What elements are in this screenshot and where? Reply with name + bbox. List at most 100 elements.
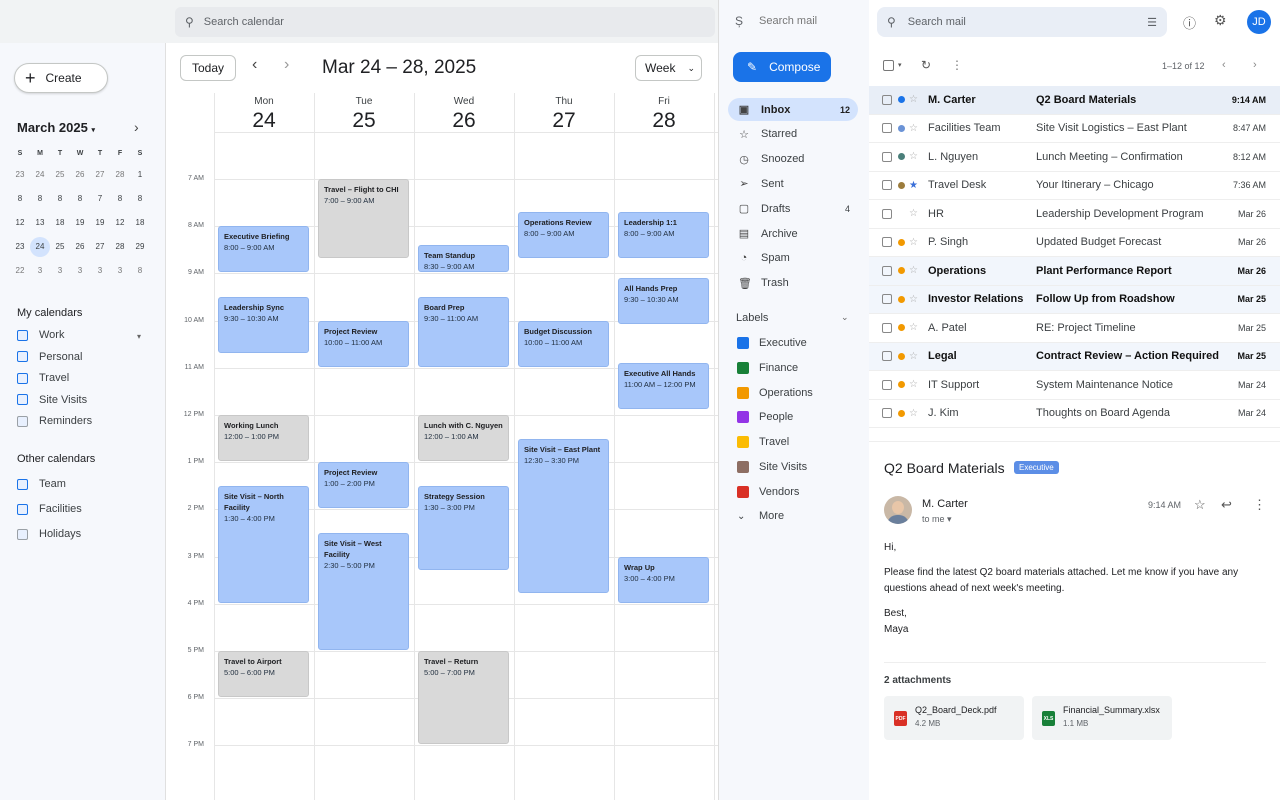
message-checkbox[interactable]	[882, 180, 892, 191]
message-checkbox[interactable]	[882, 351, 892, 362]
chevron-right-icon[interactable]: ›	[1253, 59, 1257, 71]
gear-icon[interactable]: ⚙	[1214, 12, 1227, 29]
mini-calendar-day[interactable]: 8	[10, 189, 30, 209]
mini-calendar-day[interactable]: 8	[30, 189, 50, 209]
message-row[interactable]: ☆ Investor Relations Follow Up from Roadsh…	[869, 285, 1280, 314]
nav-item-archive[interactable]: ▤ Archive	[728, 222, 858, 245]
star-icon[interactable]: ☆	[909, 265, 918, 276]
label-item[interactable]: Vendors	[737, 485, 799, 498]
calendar-event[interactable]: Leadership Sync 9:30 – 10:30 AM	[218, 297, 309, 353]
more-vert-icon[interactable]: ⋮	[1253, 497, 1266, 513]
attachment-card[interactable]: XLS Financial_Summary.xlsx 1.1 MB	[1032, 696, 1172, 740]
star-icon[interactable]: ☆	[909, 294, 918, 305]
star-icon[interactable]: ☆	[909, 408, 918, 419]
calendar-event[interactable]: Leadership 1:1 8:00 – 9:00 AM	[618, 212, 709, 259]
star-icon[interactable]: ☆	[909, 237, 918, 248]
checkbox[interactable]	[17, 394, 28, 405]
message-row[interactable]: ☆ Operations Plant Performance Report Mar 2…	[869, 257, 1280, 286]
mini-calendar-day[interactable]: 26	[70, 237, 90, 257]
mini-calendar-day[interactable]: 19	[70, 213, 90, 233]
mini-calendar-title[interactable]: March 2025 ▾	[17, 120, 95, 135]
day-header[interactable]: Wed 26	[414, 96, 514, 133]
refresh-icon[interactable]: ↻	[921, 58, 931, 72]
calendar-toggle-item[interactable]: Travel	[17, 372, 69, 384]
mail-search-label[interactable]: Search mail	[759, 15, 817, 27]
attachment-card[interactable]: PDF Q2_Board_Deck.pdf 4.2 MB	[884, 696, 1024, 740]
mini-calendar-day[interactable]: 3	[50, 261, 70, 281]
label-item[interactable]: Travel	[737, 436, 789, 449]
message-row[interactable]: ☆ L. Nguyen Lunch Meeting – Confirmation 8:…	[869, 143, 1280, 172]
mini-calendar-day[interactable]: 12	[110, 213, 130, 233]
calendar-event[interactable]: Project Review 1:00 – 2:00 PM	[318, 462, 409, 509]
nav-item-snoozed[interactable]: ◷ Snoozed	[728, 148, 858, 171]
mini-calendar-day[interactable]: 8	[110, 189, 130, 209]
help-icon[interactable]: ⓘ	[1183, 13, 1196, 32]
star-icon[interactable]: ☆	[909, 94, 918, 105]
star-icon[interactable]: ☆	[909, 123, 918, 134]
mini-calendar-next-icon[interactable]: ›	[134, 119, 139, 135]
mini-calendar-day[interactable]: 27	[90, 237, 110, 257]
account-avatar[interactable]: JD	[1247, 10, 1271, 34]
mini-calendar-day[interactable]: 27	[90, 165, 110, 185]
create-button[interactable]: + Create	[14, 63, 108, 93]
reply-icon[interactable]: ↩	[1221, 497, 1232, 513]
mini-calendar-day[interactable]: 24	[30, 165, 50, 185]
message-row[interactable]: ☆ P. Singh Updated Budget Forecast Mar 26	[869, 229, 1280, 257]
message-checkbox[interactable]	[882, 379, 892, 390]
mini-calendar-day[interactable]: 28	[110, 165, 130, 185]
message-checkbox[interactable]	[882, 237, 892, 248]
day-header[interactable]: Mon 24	[214, 96, 314, 133]
nav-item-sent[interactable]: ➢ Sent	[728, 172, 858, 195]
day-header[interactable]: Tue 25	[314, 96, 414, 133]
label-item[interactable]: People	[737, 411, 793, 424]
chevron-left-icon[interactable]: ‹	[252, 56, 257, 74]
recipient-toggle[interactable]: to me ▾	[922, 514, 952, 525]
mini-calendar-day[interactable]: 23	[10, 237, 30, 257]
mini-calendar-day[interactable]: 18	[50, 213, 70, 233]
calendar-toggle-item[interactable]: Holidays	[17, 528, 81, 540]
star-icon[interactable]: ☆	[1194, 497, 1206, 513]
mini-calendar-day[interactable]: 26	[70, 165, 90, 185]
message-checkbox[interactable]	[882, 408, 892, 419]
star-icon[interactable]: ☆	[909, 151, 918, 162]
calendar-event[interactable]: Wrap Up 3:00 – 4:00 PM	[618, 556, 709, 603]
calendar-event[interactable]: Site Visit – West Facility 2:30 – 5:00 PM	[318, 533, 409, 650]
week-grid[interactable]: Executive Briefing 8:00 – 9:00 AM Leadersh…	[214, 131, 718, 800]
other-calendars-heading[interactable]: Other calendars	[17, 453, 95, 465]
mini-calendar-day[interactable]: 3	[30, 261, 50, 281]
message-row[interactable]: ☆ M. Carter Q2 Board Materials 9:14 AM	[869, 86, 1280, 115]
calendar-event[interactable]: Site Visit – North Facility 1:30 – 4:00 P…	[218, 485, 309, 603]
mini-calendar-day[interactable]: 25	[50, 237, 70, 257]
label-badge[interactable]: Executive	[1014, 461, 1059, 474]
message-checkbox[interactable]	[882, 151, 892, 162]
calendar-toggle-item[interactable]: Team	[17, 478, 66, 490]
calendar-event[interactable]: Travel to Airport 5:00 – 6:00 PM	[218, 651, 309, 698]
message-checkbox[interactable]	[882, 265, 892, 276]
mini-calendar-day[interactable]: 8	[130, 261, 150, 281]
calendar-event[interactable]: Strategy Session 1:30 – 3:00 PM	[418, 485, 509, 570]
nav-item-spam[interactable]: ◔ Spam	[728, 247, 858, 270]
calendar-event[interactable]: Site Visit – East Plant 12:30 – 3:30 PM	[518, 438, 609, 594]
calendar-event[interactable]: Team Standup 8:30 – 9:00 AM	[418, 245, 509, 273]
star-icon[interactable]: ☆	[909, 379, 918, 390]
checkbox[interactable]	[17, 478, 28, 490]
message-row[interactable]: ☆ Legal Contract Review – Action Required M…	[869, 342, 1280, 371]
mail-search-input[interactable]: ⚲ Search mail ☰	[877, 7, 1167, 37]
nav-item-drafts[interactable]: ▢ Drafts 4	[728, 197, 858, 220]
calendar-event[interactable]: Budget Discussion 10:00 – 11:00 AM	[518, 320, 609, 367]
mini-calendar-day[interactable]: 12	[10, 213, 30, 233]
mail-menu-icon[interactable]: Ș	[735, 14, 743, 28]
calendar-event[interactable]: Executive Briefing 8:00 – 9:00 AM	[218, 226, 309, 273]
day-header[interactable]: Fri 28	[614, 96, 714, 133]
mini-calendar-day[interactable]: 19	[90, 213, 110, 233]
calendar-toggle-item[interactable]: Reminders	[17, 415, 92, 427]
message-row[interactable]: ☆ A. Patel RE: Project Timeline Mar 25	[869, 314, 1280, 343]
mini-calendar-day[interactable]: 29	[130, 237, 150, 257]
calendar-event[interactable]: Board Prep 9:30 – 11:00 AM	[418, 297, 509, 367]
mini-calendar-day[interactable]: 24	[30, 237, 50, 257]
mini-calendar-day[interactable]: 8	[130, 189, 150, 209]
calendar-toggle-item[interactable]: Facilities	[17, 503, 82, 515]
message-row[interactable]: ☆ IT Support System Maintenance Notice Mar …	[869, 371, 1280, 400]
message-checkbox[interactable]	[882, 322, 892, 333]
calendar-toggle-item[interactable]: Personal	[17, 351, 82, 363]
